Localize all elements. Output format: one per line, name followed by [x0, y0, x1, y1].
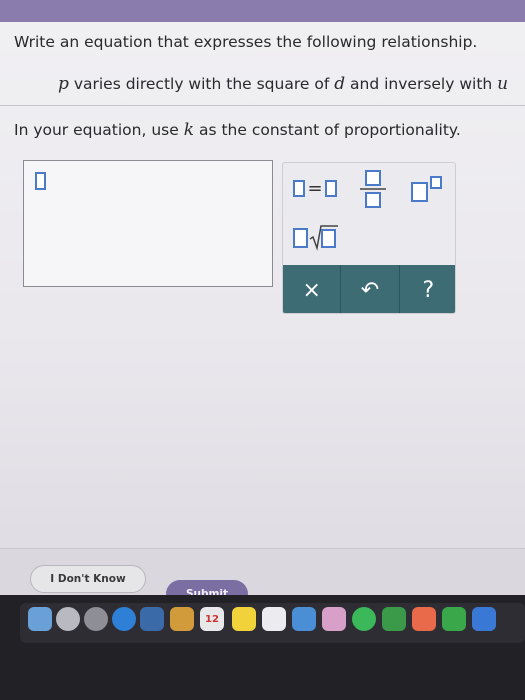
submit-button[interactable]: Submit: [166, 580, 248, 595]
siri-icon[interactable]: [56, 607, 80, 631]
answer-input[interactable]: [23, 160, 273, 287]
photos-icon[interactable]: [322, 607, 346, 631]
variable-k: k: [183, 120, 195, 140]
equals-symbol: =: [307, 177, 323, 199]
maps-icon[interactable]: [292, 607, 316, 631]
math-palette: = × ↶ ?: [282, 162, 456, 314]
browser-page: Write an equation that expresses the fol…: [0, 0, 525, 595]
safari-icon[interactable]: [112, 607, 136, 631]
instruction-text-1: In your equation, use: [14, 121, 184, 139]
contacts-icon[interactable]: [170, 607, 194, 631]
keynote-icon[interactable]: [472, 607, 496, 631]
pages-icon[interactable]: [412, 607, 436, 631]
square-root-icon: [293, 225, 338, 251]
exponent-button[interactable]: [403, 171, 453, 207]
help-button[interactable]: ?: [400, 265, 455, 313]
input-placeholder-box[interactable]: [35, 172, 46, 190]
question-prompt: Write an equation that expresses the fol…: [14, 33, 478, 51]
header-bar: [0, 0, 525, 22]
fraction-button[interactable]: [349, 167, 397, 211]
variable-d: d: [334, 74, 346, 94]
undo-button[interactable]: ↶: [341, 265, 400, 313]
launchpad-icon[interactable]: [84, 607, 108, 631]
box-icon: [324, 179, 337, 197]
box-icon: [293, 179, 306, 197]
messages-icon[interactable]: [352, 607, 376, 631]
instruction-text-2: as the constant of proportionality.: [194, 121, 461, 139]
relation-text-2: and inversely with: [345, 75, 498, 93]
instruction-text: In your equation, use k as the constant …: [14, 120, 461, 140]
divider: [0, 105, 525, 106]
dont-know-button[interactable]: I Don't Know: [30, 565, 146, 593]
facetime-icon[interactable]: [382, 607, 406, 631]
calendar-day: 12: [205, 613, 219, 625]
palette-action-bar: × ↶ ?: [283, 265, 455, 313]
clear-button[interactable]: ×: [283, 265, 342, 313]
numbers-icon[interactable]: [442, 607, 466, 631]
calendar-icon[interactable]: 12: [200, 607, 224, 631]
finder-icon[interactable]: [28, 607, 52, 631]
equation-template-button[interactable]: =: [287, 171, 343, 205]
fraction-icon: [360, 170, 386, 208]
sqrt-button[interactable]: [287, 217, 345, 257]
variable-p: p: [58, 74, 69, 94]
reminders-icon[interactable]: [262, 607, 286, 631]
notes-icon[interactable]: [232, 607, 256, 631]
relationship-statement: p varies directly with the square of d a…: [58, 74, 508, 94]
os-dock: 12: [0, 595, 525, 700]
variable-u: u: [497, 74, 509, 94]
relation-text-1: varies directly with the square of: [68, 75, 335, 93]
exponent-icon: [411, 176, 442, 202]
mail-icon[interactable]: [140, 607, 164, 631]
